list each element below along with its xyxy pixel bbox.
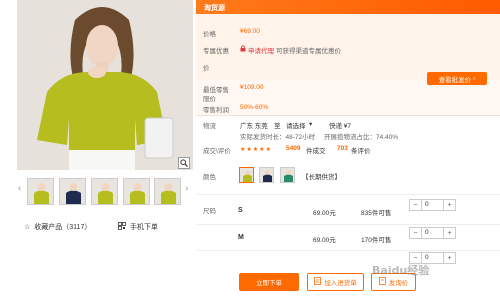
baidu-watermark: Baidu经验 bbox=[372, 264, 430, 277]
deal-count: 5409 bbox=[286, 145, 301, 152]
quantity-stepper-s[interactable]: − 0 + bbox=[409, 199, 456, 211]
size-divider-2 bbox=[196, 250, 500, 251]
thumbnail-5[interactable] bbox=[154, 178, 181, 205]
order-now-label: 立即下单 bbox=[256, 280, 282, 287]
size-price-s: 69.00元 bbox=[313, 210, 336, 217]
shipping-label: 物流 bbox=[203, 123, 216, 130]
favorite-button[interactable]: ☆ 收藏产品（3117） bbox=[24, 222, 91, 232]
send-inquiry-label: 发询价 bbox=[388, 280, 409, 287]
quantity-stepper-m[interactable]: − 0 + bbox=[409, 227, 456, 239]
size-price-m: 69.00元 bbox=[313, 237, 336, 244]
header-bar: 淘货源 bbox=[196, 0, 500, 14]
header-title: 淘货源 bbox=[204, 5, 225, 12]
profit-label: 零售利润 bbox=[203, 107, 229, 114]
shipping-to-word: 至 bbox=[274, 123, 281, 130]
mobile-order-button[interactable]: 手机下单 bbox=[118, 222, 158, 232]
member-note: 可获得渠道专属优惠价 bbox=[276, 48, 341, 55]
thumbnail-4[interactable] bbox=[123, 178, 150, 205]
size-option-s: S bbox=[238, 207, 243, 214]
rating-stars: ★★★★★ bbox=[240, 147, 272, 153]
shipping-ratio: 开展揽物流占比：74.40% bbox=[324, 134, 399, 141]
size-label: 尺码 bbox=[203, 208, 216, 215]
size-divider-1 bbox=[196, 224, 500, 225]
color-swatch-navy[interactable] bbox=[259, 167, 274, 183]
product-info-panel: 淘货源 价格 ¥69.00 专属优惠 价 申请代理 可获得渠道专属优惠价 查看批… bbox=[196, 0, 500, 303]
long-term-supply-tag: 【长期供货】 bbox=[302, 174, 341, 181]
increase-button[interactable]: + bbox=[443, 200, 455, 210]
zoom-icon[interactable] bbox=[178, 157, 190, 169]
thumb-next-icon[interactable]: › bbox=[185, 183, 188, 194]
increase-button[interactable]: + bbox=[443, 228, 455, 238]
decrease-button[interactable]: − bbox=[410, 200, 422, 210]
thumbnail-1[interactable] bbox=[27, 178, 54, 205]
size-stock-m: 170件可售 bbox=[361, 237, 392, 244]
qrcode-icon bbox=[118, 222, 126, 232]
size-option-m: M bbox=[238, 234, 244, 241]
view-wholesale-button[interactable]: 查看批发价 › bbox=[427, 72, 487, 85]
view-wholesale-label: 查看批发价 bbox=[438, 76, 472, 84]
inquiry-icon bbox=[378, 277, 386, 287]
retail-value: ¥109.00 bbox=[240, 84, 264, 91]
shipping-method: 快递 ¥7 bbox=[329, 123, 352, 130]
retail-label-2: 限价 bbox=[203, 96, 216, 103]
favorite-label: 收藏产品（3117） bbox=[34, 224, 92, 231]
shipping-from: 广东 东莞 bbox=[240, 123, 268, 130]
size-divider-top bbox=[196, 194, 500, 195]
review-count[interactable]: 703 bbox=[337, 145, 348, 152]
order-now-button[interactable]: 立即下单 bbox=[239, 273, 299, 291]
profit-value: 50%-60% bbox=[240, 104, 269, 111]
mobile-order-label: 手机下单 bbox=[130, 224, 158, 231]
thumb-prev-icon[interactable]: ‹ bbox=[18, 183, 21, 194]
color-swatch-green[interactable] bbox=[239, 167, 254, 183]
chevron-right-icon: › bbox=[473, 75, 476, 82]
member-label-2: 价 bbox=[203, 65, 210, 72]
color-swatch-teal[interactable] bbox=[280, 167, 295, 183]
shipping-duration: 实际发货时长：48-72小时 bbox=[240, 134, 316, 141]
decrease-button[interactable]: − bbox=[410, 228, 422, 238]
quantity-input[interactable]: 0 bbox=[422, 228, 443, 238]
color-label: 颜色 bbox=[203, 174, 216, 181]
main-product-image[interactable] bbox=[17, 0, 193, 170]
deal-unit: 件成交 bbox=[306, 148, 326, 155]
deals-label: 成交\评价 bbox=[203, 148, 231, 155]
star-outline-icon: ☆ bbox=[24, 224, 31, 231]
model-illustration bbox=[17, 0, 193, 170]
price-value: ¥69.00 bbox=[240, 28, 260, 35]
price-label: 价格 bbox=[203, 31, 216, 38]
add-to-cart-label: 加入进货单 bbox=[324, 280, 357, 287]
increase-button[interactable]: + bbox=[443, 253, 455, 263]
chevron-down-icon[interactable]: ▾ bbox=[309, 120, 312, 128]
thumbnail-2[interactable] bbox=[59, 178, 86, 205]
size-stock-s: 835件可售 bbox=[361, 210, 392, 217]
thumbnail-3[interactable] bbox=[91, 178, 118, 205]
cart-icon bbox=[314, 277, 322, 287]
member-label: 专属优惠 bbox=[203, 48, 229, 55]
lock-icon bbox=[240, 45, 246, 54]
review-unit: 条评价 bbox=[351, 148, 371, 155]
add-to-cart-button[interactable]: 加入进货单 bbox=[307, 273, 364, 291]
apply-agent-link[interactable]: 申请代理 bbox=[248, 45, 274, 55]
shipping-destination-select[interactable]: 请选择 bbox=[286, 120, 306, 130]
quantity-input[interactable]: 0 bbox=[422, 200, 443, 210]
